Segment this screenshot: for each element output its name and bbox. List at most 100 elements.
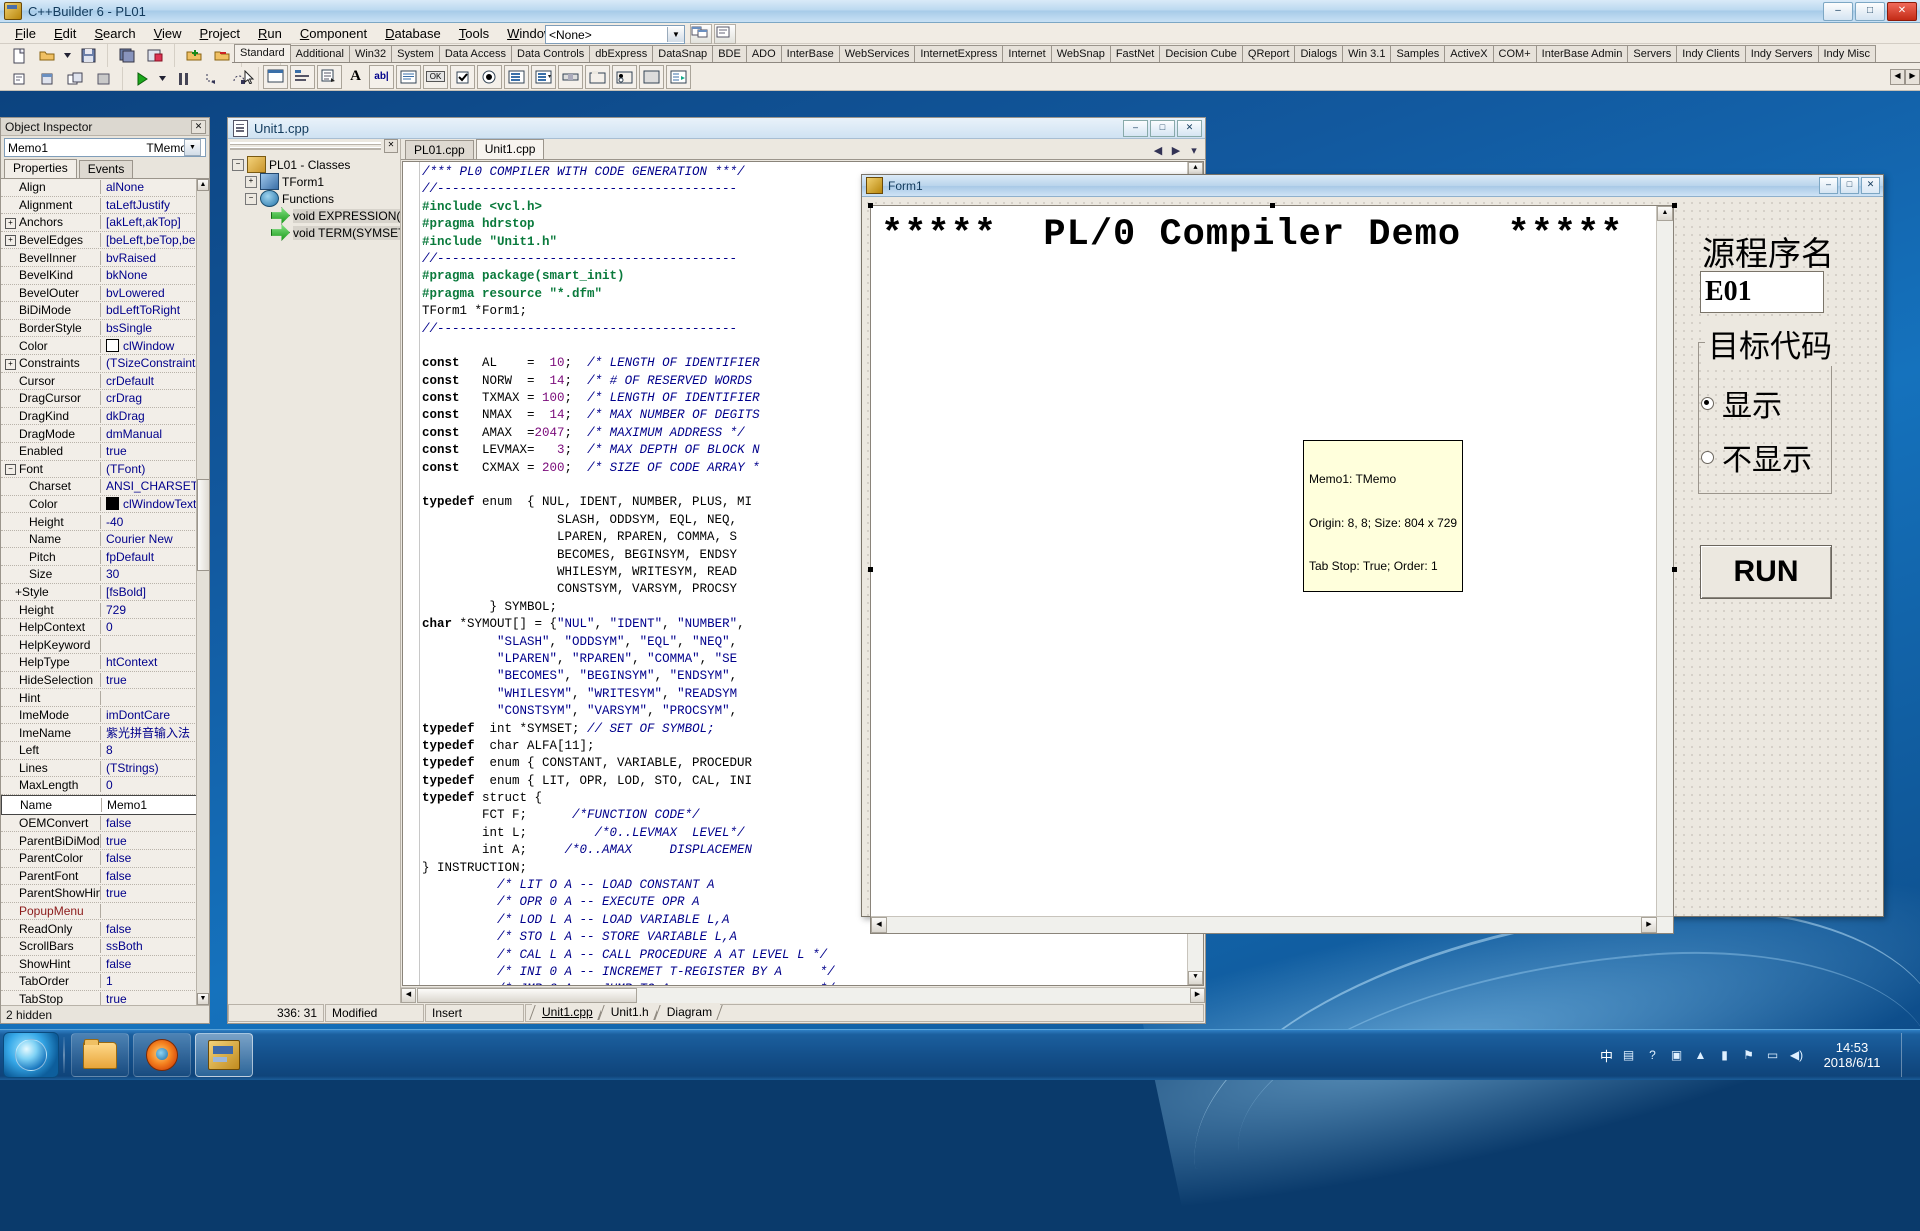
property-value[interactable]: (TStrings) — [101, 761, 209, 775]
property-value[interactable]: fpDefault — [101, 550, 209, 564]
property-row[interactable]: ImeName紫光拼音输入法 — [1, 724, 209, 742]
palette-tab-indy-clients[interactable]: Indy Clients — [1676, 45, 1745, 62]
property-row[interactable]: BevelOuterbvLowered — [1, 285, 209, 303]
property-value[interactable]: false — [101, 851, 209, 865]
memo-vertical-scrollbar[interactable]: ▲ ▼ — [1656, 206, 1673, 933]
panel-icon[interactable] — [639, 65, 664, 89]
form-minimize-button[interactable]: – — [1819, 177, 1838, 194]
listbox-icon[interactable] — [504, 65, 529, 89]
property-row[interactable]: +Constraints(TSizeConstraints) — [1, 355, 209, 373]
property-value[interactable]: clWindowText — [101, 497, 209, 511]
property-row[interactable]: ColorclWindow — [1, 337, 209, 355]
editor-tab-unit1-cpp[interactable]: Unit1.cpp — [476, 139, 545, 159]
run-dropdown-icon[interactable] — [157, 66, 168, 91]
property-value[interactable]: 30 — [101, 567, 209, 581]
new-form-icon[interactable] — [90, 66, 116, 91]
menu-item-file[interactable]: File — [6, 24, 45, 43]
property-row[interactable]: BevelInnerbvRaised — [1, 249, 209, 267]
open-project-icon[interactable] — [142, 43, 168, 68]
pointer-icon[interactable] — [238, 66, 261, 88]
property-value[interactable]: true — [101, 886, 209, 900]
expand-toggle-icon[interactable]: + — [5, 359, 16, 370]
property-value[interactable]: clWindow — [101, 339, 209, 353]
new-icon[interactable] — [6, 43, 32, 68]
property-row[interactable]: BorderStylebsSingle — [1, 320, 209, 338]
property-value[interactable]: 1 — [101, 974, 209, 988]
checkbox-icon[interactable] — [450, 65, 475, 89]
close-icon[interactable]: ✕ — [191, 120, 206, 134]
scroll-up-icon[interactable]: ▲ — [197, 179, 209, 191]
property-value[interactable]: (TSizeConstraints) — [101, 356, 209, 370]
property-row[interactable]: Height-40 — [1, 513, 209, 531]
taskbar-item-firefox[interactable] — [133, 1033, 191, 1077]
property-row[interactable]: ImeModeimDontCare — [1, 707, 209, 725]
property-row[interactable]: ShowHintfalse — [1, 956, 209, 974]
property-value[interactable]: [fsBold] — [101, 585, 209, 599]
property-row[interactable]: MaxLength0 — [1, 777, 209, 795]
palette-tab-websnap[interactable]: WebSnap — [1051, 45, 1111, 62]
tree-node[interactable]: void TERM(SYMSET FSYS, int — [232, 224, 400, 241]
palette-tab-dialogs[interactable]: Dialogs — [1294, 45, 1343, 62]
pause-icon[interactable] — [170, 66, 196, 91]
palette-tab-datasnap[interactable]: DataSnap — [652, 45, 713, 62]
property-row[interactable]: ParentShowHintrue — [1, 885, 209, 903]
taskbar-item-explorer[interactable] — [71, 1033, 129, 1077]
property-value[interactable]: 0 — [101, 620, 209, 634]
open-icon[interactable] — [34, 43, 60, 68]
property-row[interactable]: AlignalNone — [1, 179, 209, 197]
property-row[interactable]: NameCourier New — [1, 531, 209, 549]
palette-tab-com-[interactable]: COM+ — [1493, 45, 1537, 62]
combobox-icon[interactable] — [531, 65, 556, 89]
edit-icon[interactable]: ab| — [369, 65, 394, 89]
toggle-form-unit-icon[interactable] — [714, 24, 736, 44]
property-row[interactable]: +Anchors[akLeft,akTop] — [1, 214, 209, 232]
arrow-up-icon[interactable]: ▲ — [1692, 1047, 1709, 1064]
property-value[interactable]: [akLeft,akTop] — [101, 215, 209, 229]
save-all-icon[interactable] — [114, 43, 140, 68]
menu-item-view[interactable]: View — [145, 24, 191, 43]
property-value[interactable]: dmManual — [101, 427, 209, 441]
property-value[interactable]: 紫光拼音输入法 — [101, 724, 209, 741]
menu-item-database[interactable]: Database — [376, 24, 450, 43]
maximize-button[interactable]: □ — [1855, 2, 1885, 21]
property-value[interactable]: Memo1 — [102, 798, 208, 812]
palette-tab-qreport[interactable]: QReport — [1242, 45, 1296, 62]
nav-dropdown-icon[interactable]: ▾ — [1187, 144, 1201, 157]
property-value[interactable]: -40 — [101, 515, 209, 529]
property-value[interactable]: bkNone — [101, 268, 209, 282]
property-row[interactable]: BiDiModebdLeftToRight — [1, 302, 209, 320]
palette-tab-interbase[interactable]: InterBase — [781, 45, 840, 62]
help-icon[interactable]: ? — [1644, 1047, 1661, 1064]
property-row[interactable]: ParentColorfalse — [1, 850, 209, 868]
nav-forward-icon[interactable]: ▶ — [1169, 144, 1183, 157]
taskbar-clock[interactable]: 14:53 2018/6/11 — [1816, 1040, 1888, 1070]
palette-tab-standard[interactable]: Standard — [234, 44, 291, 62]
property-row[interactable]: BevelKindbkNone — [1, 267, 209, 285]
menu-item-project[interactable]: Project — [191, 24, 249, 43]
form-maximize-button[interactable]: □ — [1840, 177, 1859, 194]
palette-tab-indy-misc[interactable]: Indy Misc — [1818, 45, 1876, 62]
selection-handle-e[interactable] — [1672, 567, 1677, 572]
property-row[interactable]: CursorcrDefault — [1, 373, 209, 391]
property-value[interactable]: alNone — [101, 180, 209, 194]
property-list[interactable]: AlignalNoneAlignmenttaLeftJustify+Anchor… — [1, 179, 209, 1005]
property-value[interactable]: false — [101, 869, 209, 883]
menu-item-edit[interactable]: Edit — [45, 24, 85, 43]
form-titlebar[interactable]: Form1 – □ ✕ — [862, 175, 1883, 197]
property-list-scrollbar[interactable]: ▲ ▼ — [196, 179, 209, 1005]
status-tab-diagram[interactable]: Diagram — [657, 1004, 720, 1021]
property-row[interactable]: TabStoptrue — [1, 991, 209, 1005]
tree-node[interactable]: +TForm1 — [232, 173, 400, 190]
property-value[interactable]: bvLowered — [101, 286, 209, 300]
network-icon[interactable]: ▤ — [1620, 1047, 1637, 1064]
toggle-form-unit-toolbar-icon[interactable] — [62, 66, 88, 91]
scroll-up-icon[interactable]: ▲ — [1657, 206, 1673, 221]
property-row[interactable]: DragKinddkDrag — [1, 408, 209, 426]
editor-close-button[interactable]: ✕ — [1177, 120, 1202, 137]
run-button[interactable]: RUN — [1700, 545, 1832, 599]
property-value[interactable]: [beLeft,beTop,beRig — [101, 233, 209, 247]
monitor-icon[interactable]: ▭ — [1764, 1047, 1781, 1064]
property-row[interactable]: HelpContext0 — [1, 619, 209, 637]
property-row[interactable]: ParentBiDiModtrue — [1, 832, 209, 850]
selection-handle-nw[interactable] — [868, 203, 873, 208]
